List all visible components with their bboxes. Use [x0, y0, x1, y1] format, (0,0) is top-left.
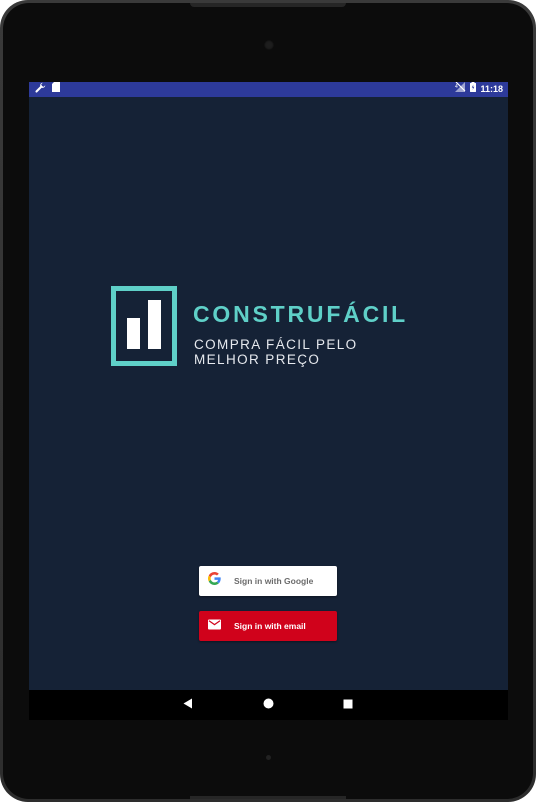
navigation-bar [29, 690, 508, 720]
status-left-icons [35, 82, 60, 98]
bottom-slot [190, 796, 346, 799]
email-button-label: Sign in with email [234, 621, 306, 631]
battery-icon [470, 82, 477, 97]
mail-icon [208, 617, 221, 635]
home-icon [263, 696, 274, 714]
sign-in-email-button[interactable]: Sign in with email [199, 611, 337, 641]
top-speaker-slot [190, 3, 346, 7]
sd-card-icon [52, 82, 60, 97]
google-icon [208, 572, 221, 590]
back-button[interactable] [179, 696, 197, 714]
bottom-sensor [266, 755, 271, 760]
brand-name: CONSTRUFÁCIL [193, 301, 409, 327]
construfacil-logo [111, 286, 177, 366]
status-time: 11:18 [480, 84, 503, 94]
wrench-icon [35, 82, 46, 98]
tablet-frame: 4 11:18 CONSTRUFÁCIL COMPRA FÁCIL PELO M… [0, 0, 536, 802]
svg-text:4: 4 [455, 84, 458, 90]
home-button[interactable] [259, 696, 277, 714]
recents-icon [343, 696, 353, 714]
brand-tagline: COMPRA FÁCIL PELO MELHOR PREÇO [194, 337, 358, 367]
google-button-label: Sign in with Google [234, 576, 314, 586]
app-screen: 4 11:18 CONSTRUFÁCIL COMPRA FÁCIL PELO M… [29, 82, 508, 720]
status-right-icons: 4 11:18 [455, 82, 503, 97]
status-bar: 4 11:18 [29, 82, 508, 97]
front-camera [264, 40, 274, 50]
recents-button[interactable] [339, 696, 357, 714]
sign-in-google-button[interactable]: Sign in with Google [199, 566, 337, 596]
signal-off-icon: 4 [455, 82, 466, 97]
back-icon [183, 696, 193, 714]
